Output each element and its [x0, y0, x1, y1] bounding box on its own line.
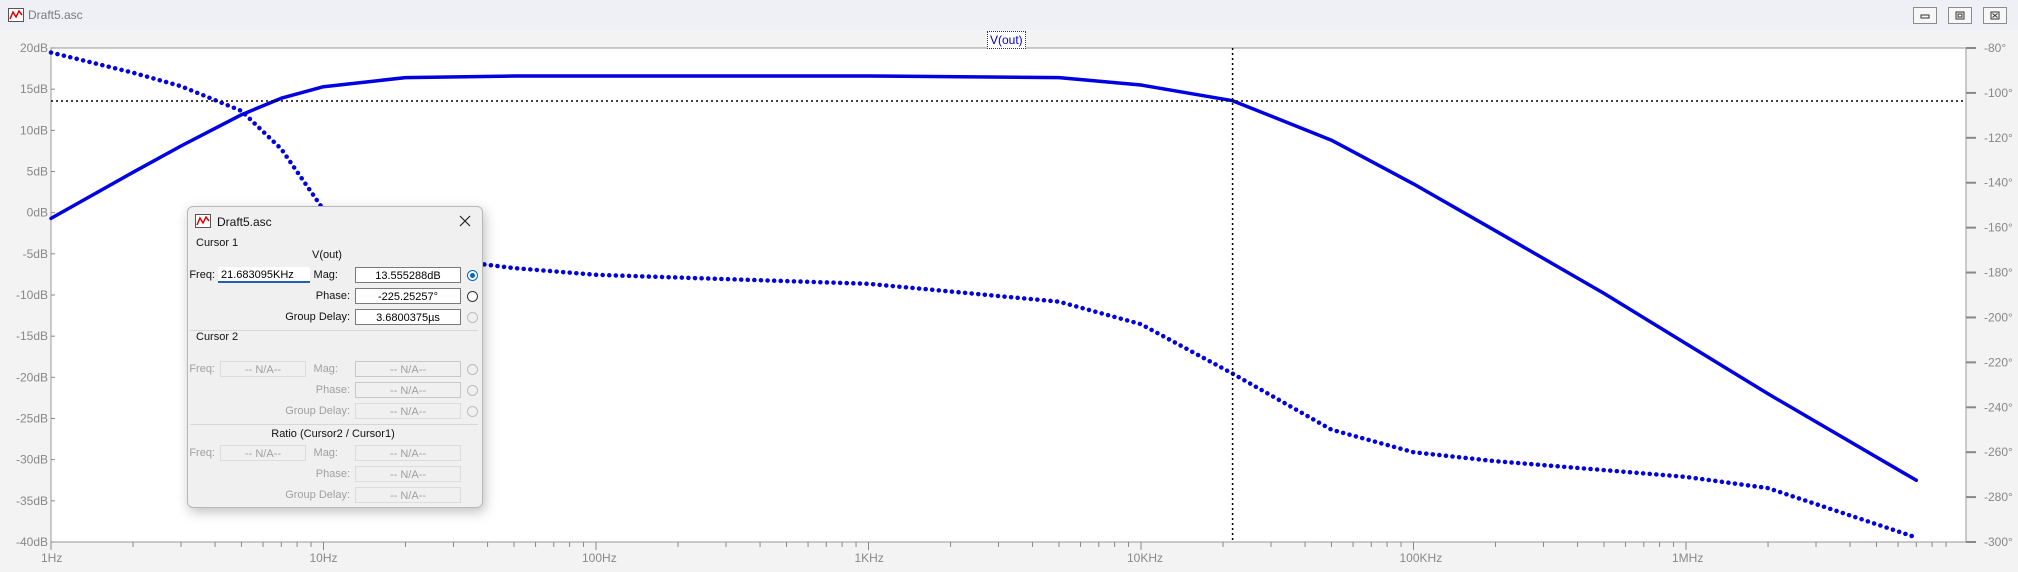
right-tick-label: -120°: [1984, 131, 2013, 145]
cursor2-mag-value: -- N/A--: [355, 361, 461, 377]
left-tick-label: -25dB: [16, 412, 48, 426]
cursor2-phase-label: Phase:: [315, 384, 350, 396]
close-icon: [459, 215, 471, 227]
ratio-freq-value: -- N/A--: [220, 445, 306, 461]
left-tick-label: -35dB: [16, 494, 48, 508]
dialog-titlebar[interactable]: Draft5.asc: [188, 207, 482, 235]
window-title: Draft5.asc: [28, 8, 83, 22]
waveform-app-icon: [8, 8, 24, 22]
cursor2-freq-value: -- N/A--: [220, 361, 306, 377]
left-tick-label: -30dB: [16, 453, 48, 467]
x-tick-label: 10Hz: [310, 551, 338, 565]
right-tick-label: -200°: [1984, 310, 2013, 324]
left-tick-label: 15dB: [20, 82, 48, 96]
right-tick-label: -160°: [1984, 221, 2013, 235]
right-tick-label: -140°: [1984, 176, 2013, 190]
minimize-button[interactable]: [1913, 7, 1937, 24]
left-tick-label: 20dB: [20, 41, 48, 55]
dialog-title: Draft5.asc: [217, 215, 272, 229]
restore-icon: [1955, 11, 1965, 19]
window-titlebar: Draft5.asc: [0, 0, 2018, 31]
x-tick-label: 1KHz: [855, 551, 884, 565]
ratio-phase-value: -- N/A--: [355, 466, 461, 482]
left-tick-label: -15dB: [16, 329, 48, 343]
ratio-heading: Ratio (Cursor2 / Cursor1): [271, 428, 395, 440]
right-tick-label: -240°: [1984, 400, 2013, 414]
right-tick-label: -280°: [1984, 490, 2013, 504]
close-icon: [1990, 11, 2000, 19]
cursor1-freq-label: Freq:: [189, 269, 215, 281]
cursor2-group-delay-label: Group Delay:: [285, 405, 350, 417]
ratio-mag-label: Mag:: [313, 447, 338, 459]
x-tick-label: 100KHz: [1400, 551, 1443, 565]
left-tick-label: 0dB: [27, 206, 48, 220]
cursor1-freq-input[interactable]: 21.683095KHz: [218, 267, 310, 283]
divider: [190, 424, 478, 425]
ratio-phase-label: Phase:: [315, 468, 350, 480]
cursor1-group-delay-label: Group Delay:: [285, 311, 350, 323]
cursor2-phase-value: -- N/A--: [355, 382, 461, 398]
trace-label[interactable]: V(out): [987, 31, 1026, 49]
cursor1-mag-label: Mag:: [313, 269, 338, 281]
x-tick-label: 10KHz: [1127, 551, 1163, 565]
cursor2-group-delay-radio[interactable]: [467, 406, 478, 417]
cursor1-mag-radio[interactable]: [467, 270, 478, 281]
dialog-close-button[interactable]: [456, 212, 474, 230]
waveform-app-icon: [195, 214, 211, 228]
ratio-mag-value: -- N/A--: [355, 445, 461, 461]
cursor1-phase-value: -225.25257°: [355, 288, 461, 304]
right-tick-label: -300°: [1984, 535, 2013, 549]
cursor1-group-delay-value: 3.6800375µs: [355, 309, 461, 325]
close-button[interactable]: [1983, 7, 2007, 24]
right-tick-label: -100°: [1984, 86, 2013, 100]
left-tick-label: 5dB: [27, 165, 48, 179]
right-tick-label: -180°: [1984, 266, 2013, 280]
cursor2-mag-label: Mag:: [313, 363, 338, 375]
cursor1-phase-label: Phase:: [315, 290, 350, 302]
minimize-icon: [1920, 14, 1930, 18]
ratio-group-delay-label: Group Delay:: [285, 489, 350, 501]
cursor1-heading: Cursor 1: [196, 237, 239, 249]
left-tick-label: -40dB: [16, 535, 48, 549]
x-tick-label: 1Hz: [41, 551, 62, 565]
cursor1-trace: V(out): [312, 249, 342, 261]
x-tick-label: 1MHz: [1672, 551, 1703, 565]
x-tick-label: 100Hz: [582, 551, 617, 565]
cursor1-mag-value: 13.555288dB: [355, 267, 461, 283]
left-tick-label: -10dB: [16, 288, 48, 302]
left-tick-label: 10dB: [20, 123, 48, 137]
cursor1-group-delay-radio[interactable]: [467, 312, 478, 323]
cursor1-phase-radio[interactable]: [467, 291, 478, 302]
cursor2-group-delay-value: -- N/A--: [355, 403, 461, 419]
right-tick-label: -80°: [1984, 41, 2006, 55]
cursor-dialog[interactable]: Draft5.asc Cursor 1 V(out) Freq: 21.6830…: [187, 206, 483, 508]
cursor2-mag-radio[interactable]: [467, 364, 478, 375]
ratio-group-delay-value: -- N/A--: [355, 487, 461, 503]
right-tick-label: -260°: [1984, 445, 2013, 459]
restore-button[interactable]: [1948, 7, 1972, 24]
left-tick-label: -20dB: [16, 370, 48, 384]
left-tick-label: -5dB: [23, 247, 48, 261]
cursor2-heading: Cursor 2: [196, 331, 239, 343]
right-tick-label: -220°: [1984, 355, 2013, 369]
ratio-freq-label: Freq:: [189, 447, 215, 459]
cursor2-phase-radio[interactable]: [467, 385, 478, 396]
cursor2-freq-label: Freq:: [189, 363, 215, 375]
